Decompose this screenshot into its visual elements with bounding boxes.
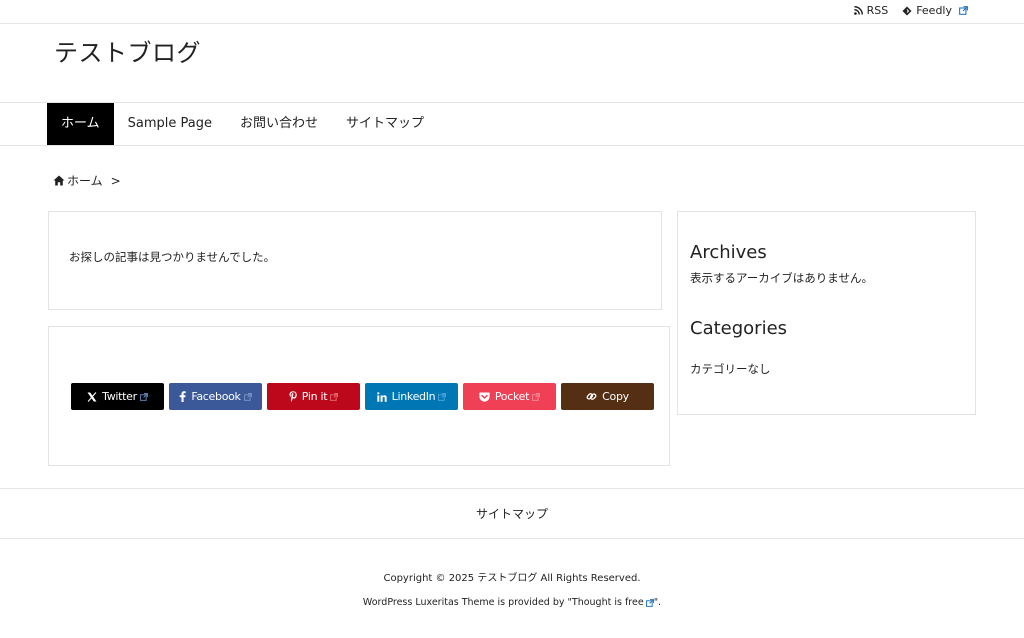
linkedin-icon — [376, 391, 387, 402]
rss-label: RSS — [866, 4, 889, 17]
external-link-icon — [645, 598, 654, 607]
link-icon — [586, 393, 597, 400]
main-nav: ホーム Sample Page お問い合わせ サイトマップ — [0, 102, 1024, 146]
pocket-share-button[interactable]: Pocket — [463, 383, 556, 410]
home-icon — [53, 175, 65, 186]
breadcrumb: ホーム > — [53, 172, 121, 189]
powered-by-text: WordPress Luxeritas Theme is provided by… — [0, 597, 1024, 608]
breadcrumb-home-link[interactable]: ホーム — [67, 172, 103, 189]
facebook-share-label: Facebook — [191, 390, 241, 403]
nav-menu: ホーム Sample Page お問い合わせ サイトマップ — [47, 103, 438, 145]
footer-sitemap-link[interactable]: サイトマップ — [0, 505, 1024, 522]
twitter-share-label: Twitter — [102, 390, 137, 403]
pocket-share-label: Pocket — [494, 390, 530, 403]
external-link-icon — [139, 392, 148, 401]
external-link-icon — [959, 6, 968, 15]
external-link-icon — [243, 392, 252, 401]
footer-nav: サイトマップ — [0, 488, 1024, 539]
categories-empty-message: カテゴリーなし — [690, 362, 771, 376]
pocket-icon — [479, 392, 490, 402]
copyright-text: Copyright © 2025 テストブログ All Rights Reser… — [383, 573, 641, 584]
copy-link-label: Copy — [602, 390, 629, 403]
nav-item-sitemap[interactable]: サイトマップ — [332, 103, 438, 145]
pinterest-share-label: Pin it — [301, 390, 328, 403]
top-bar: RSS Feedly — [0, 0, 1024, 24]
external-link-icon — [330, 392, 339, 401]
sidebar: Archives 表示するアーカイブはありません。 Categories カテゴ… — [677, 211, 976, 415]
pinterest-icon — [289, 391, 297, 402]
linkedin-share-button[interactable]: LinkedIn — [365, 383, 458, 410]
site-title[interactable]: テストブログ — [54, 33, 201, 68]
pinterest-share-button[interactable]: Pin it — [267, 383, 360, 410]
powered-by-prefix[interactable]: WordPress Luxeritas Theme is provided by… — [363, 597, 644, 608]
nav-item-home[interactable]: ホーム — [47, 103, 114, 145]
copy-link-button[interactable]: Copy — [561, 383, 654, 410]
categories-widget-title: Categories — [690, 318, 788, 339]
breadcrumb-separator: > — [110, 173, 121, 188]
external-link-icon — [532, 392, 541, 401]
share-buttons: Twitter Facebook Pin it LinkedIn Pocket … — [71, 383, 654, 410]
not-found-panel: お探しの記事は見つかりませんでした。 — [48, 211, 662, 310]
linkedin-share-label: LinkedIn — [391, 390, 436, 403]
external-link-icon — [438, 392, 447, 401]
feedly-icon — [902, 6, 912, 15]
twitter-share-button[interactable]: Twitter — [71, 383, 164, 410]
powered-by-suffix: ". — [653, 597, 662, 608]
share-panel: Twitter Facebook Pin it LinkedIn Pocket … — [48, 326, 670, 466]
archives-widget-title: Archives — [690, 242, 767, 263]
facebook-share-button[interactable]: Facebook — [169, 383, 262, 410]
x-logo-icon — [87, 391, 97, 402]
facebook-icon — [180, 391, 187, 402]
nav-item-sample-page[interactable]: Sample Page — [114, 103, 226, 145]
rss-icon — [853, 6, 863, 15]
feedly-link[interactable]: Feedly — [902, 4, 972, 17]
nav-item-contact[interactable]: お問い合わせ — [226, 103, 332, 145]
top-links: RSS Feedly — [840, 4, 972, 17]
feedly-label: Feedly — [916, 4, 952, 17]
not-found-message: お探しの記事は見つかりませんでした。 — [69, 250, 276, 264]
rss-link[interactable]: RSS — [853, 4, 889, 17]
archives-empty-message: 表示するアーカイブはありません。 — [690, 271, 873, 285]
